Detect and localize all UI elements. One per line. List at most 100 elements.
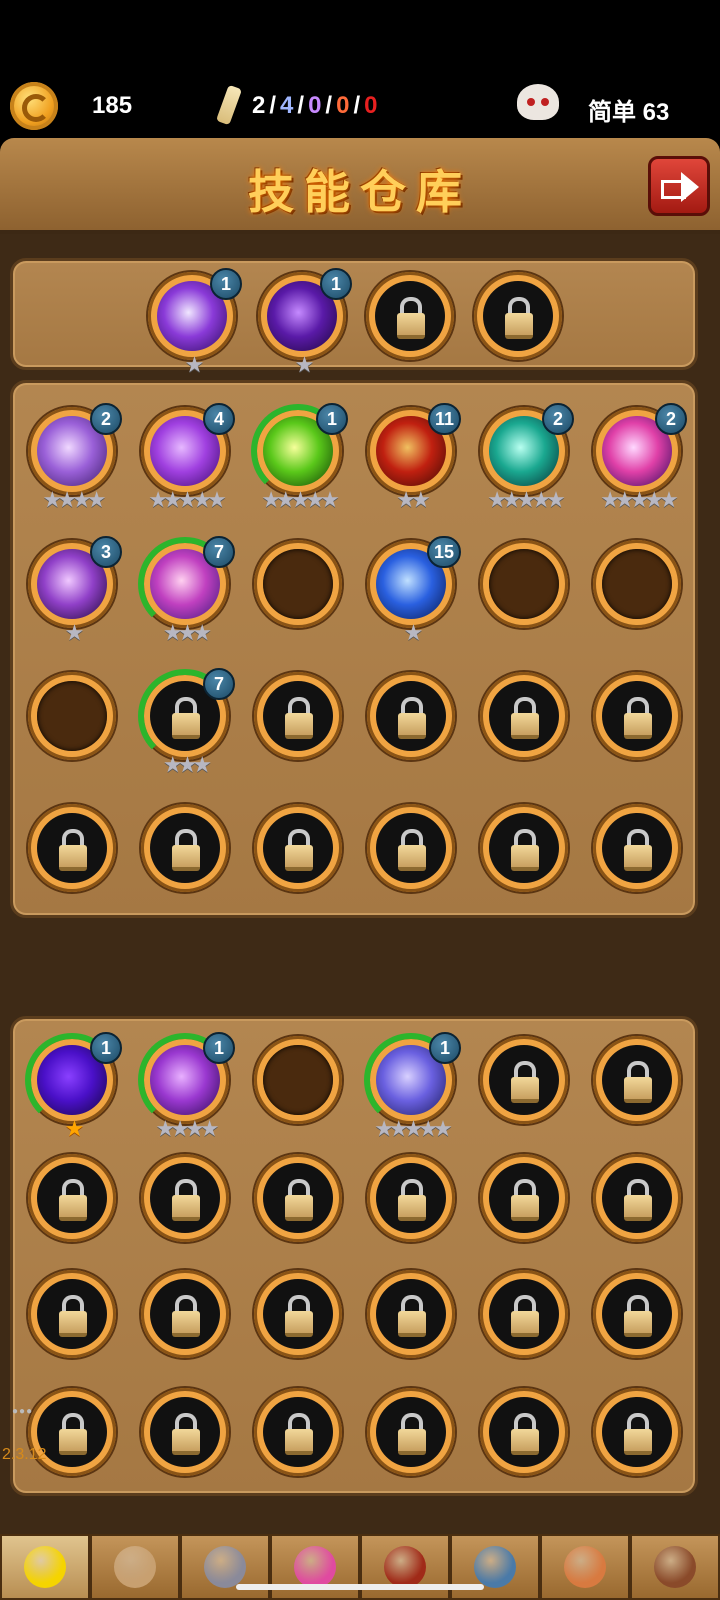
slot-background [150, 813, 220, 883]
locked-slot[interactable] [367, 1154, 455, 1242]
exit-arrow-icon[interactable] [648, 156, 710, 216]
locked-slot[interactable] [28, 1154, 116, 1242]
locked-slot[interactable] [254, 804, 342, 892]
scroll-count-orange: 0 [336, 92, 351, 119]
slot-background [376, 813, 446, 883]
locked-slot[interactable] [367, 672, 455, 760]
header: 技能仓库 [0, 138, 720, 234]
inventory-skill-slot[interactable]: 2 ★★★★★ [480, 403, 574, 512]
locked-slot[interactable] [480, 1036, 568, 1124]
scroll-count-blue: 4 [280, 92, 295, 119]
locked-slot[interactable] [593, 1036, 681, 1124]
locked-slot[interactable] [593, 804, 681, 892]
locked-slot[interactable] [141, 804, 229, 892]
empty-slot[interactable] [254, 540, 342, 628]
star-rating: ★★★★ [155, 1116, 220, 1141]
slot-background [602, 1045, 672, 1115]
lock-icon [511, 1413, 539, 1455]
star-rating: ★★★★★ [600, 487, 679, 512]
locked-slot[interactable] [593, 1388, 681, 1476]
page-title: 技能仓库 [248, 165, 472, 219]
hero-tab[interactable] [0, 1534, 90, 1600]
settings-tab[interactable] [630, 1534, 720, 1600]
locked-slot[interactable] [141, 1388, 229, 1476]
level-badge: 11 [427, 403, 461, 435]
locked-slot[interactable] [141, 1270, 229, 1358]
inventory-skill-slot[interactable]: 2 ★★★★ [28, 403, 122, 512]
lock-icon [398, 697, 426, 739]
locked-slot[interactable] [28, 804, 116, 892]
equipped-skill-slot[interactable]: 1 ★ [148, 268, 242, 377]
hero-icon [24, 1546, 66, 1588]
locked-slot[interactable] [593, 672, 681, 760]
slot-background [602, 813, 672, 883]
equipped-panel [10, 258, 698, 370]
locked-slot[interactable] [480, 1154, 568, 1242]
slot-background [602, 681, 672, 751]
locked-slot[interactable] [254, 1270, 342, 1358]
empty-slot[interactable] [593, 540, 681, 628]
inventory-skill-slot[interactable]: 3 ★ [28, 536, 122, 645]
slot-background [602, 549, 672, 619]
locked-slot[interactable] [593, 1270, 681, 1358]
empty-slot[interactable] [254, 1036, 342, 1124]
locked-slot[interactable] [254, 1154, 342, 1242]
bottom-nav [0, 1534, 720, 1600]
locked-slot[interactable] [593, 1154, 681, 1242]
locked-slot[interactable] [28, 1270, 116, 1358]
passive-skill-slot[interactable]: 1 ★★★★ [138, 1032, 235, 1141]
locked-slot[interactable] [254, 672, 342, 760]
lock-icon [285, 829, 313, 871]
locked-slot[interactable] [480, 1270, 568, 1358]
star-rating: ★★★★ [42, 487, 107, 512]
equipped-skill-slot[interactable]: 1 ★ [258, 268, 352, 377]
slot-background [263, 1163, 333, 1233]
locked-slot[interactable] [480, 1388, 568, 1476]
locked-slot[interactable] [367, 804, 455, 892]
lock-icon [624, 697, 652, 739]
star-rating: ★★★★★ [148, 487, 227, 512]
inventory-skill-slot[interactable]: 4 ★★★★★ [141, 403, 235, 512]
locked-slot[interactable] [367, 1270, 455, 1358]
inventory-skill-slot[interactable]: 15 ★ [367, 536, 461, 645]
locked-slot[interactable] [480, 804, 568, 892]
pet-tab[interactable] [90, 1534, 180, 1600]
empty-slot[interactable] [28, 672, 116, 760]
locked-slot[interactable] [254, 1388, 342, 1476]
debug-dots: ●●● [12, 1406, 34, 1417]
scroll-counts: 2/4/0/0/0 [252, 92, 378, 120]
locked-slot[interactable] [480, 672, 568, 760]
book-tab[interactable] [360, 1534, 450, 1600]
slot-background [263, 1279, 333, 1349]
orb-tab[interactable] [270, 1534, 360, 1600]
level-badge: 4 [203, 403, 235, 435]
level-badge: 7 [203, 668, 235, 700]
level-badge: 2 [90, 403, 122, 435]
star-rating: ★ [294, 352, 315, 377]
lock-icon [511, 829, 539, 871]
gold-count: 185 [92, 92, 133, 119]
locked-slot[interactable]: 7 ★★★ [138, 668, 235, 777]
lock-icon [285, 697, 313, 739]
inventory-skill-slot[interactable]: 1 ★★★★★ [251, 403, 348, 512]
locked-slot[interactable] [366, 272, 454, 360]
lock-icon [624, 1179, 652, 1221]
locked-slot[interactable] [474, 272, 562, 360]
star-rating: ★★★★★ [261, 487, 340, 512]
map-tab[interactable] [450, 1534, 540, 1600]
slot-background [263, 1397, 333, 1467]
empty-slot[interactable] [480, 540, 568, 628]
passive-skill-slot[interactable]: 1 ★★★★★ [364, 1032, 461, 1141]
inventory-skill-slot[interactable]: 7 ★★★ [138, 536, 235, 645]
separator: / [325, 92, 334, 119]
inventory-skill-slot[interactable]: 2 ★★★★★ [593, 403, 687, 512]
forge-tab[interactable] [180, 1534, 270, 1600]
quest-tab[interactable] [540, 1534, 630, 1600]
lock-icon [624, 1061, 652, 1103]
slot-background [602, 1279, 672, 1349]
lock-icon [285, 1413, 313, 1455]
locked-slot[interactable] [367, 1388, 455, 1476]
inventory-skill-slot[interactable]: 11 ★★ [367, 403, 461, 512]
locked-slot[interactable] [141, 1154, 229, 1242]
passive-skill-slot[interactable]: 1 ★ [25, 1032, 122, 1141]
